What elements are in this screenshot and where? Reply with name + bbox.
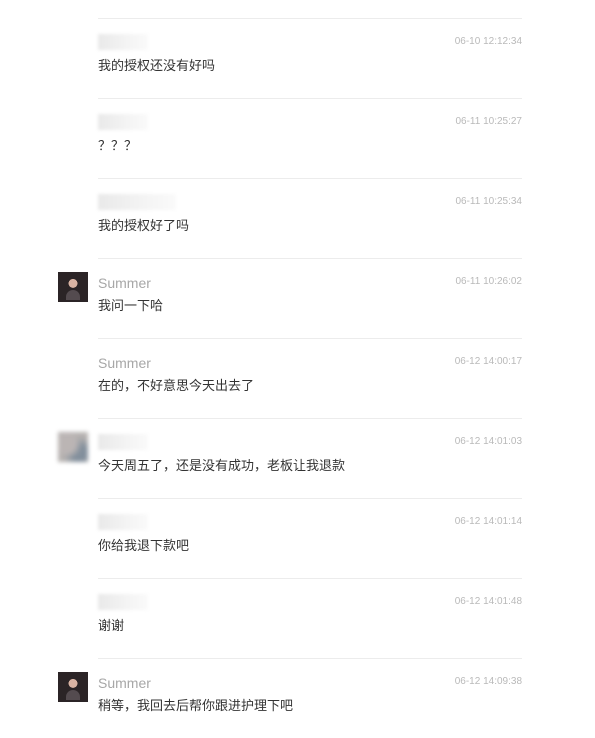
message-text: 谢谢 [98,619,125,634]
message-item: 06-12 14:01:48 谢谢 [0,578,595,658]
message-timestamp: 06-12 14:01:03 [454,436,522,447]
sender-name: Summer [98,675,151,691]
chat-history: 06-10 12:12:34 我的授权还没有好吗 06-11 10:25:27 … [0,0,595,719]
sender-name-redacted [98,594,148,610]
message-item: Summer 06-12 14:09:38 稍等，我回去后帮你跟进护理下吧 [0,658,595,738]
sender-name-redacted [98,514,148,530]
avatar[interactable] [58,272,88,302]
message-timestamp: 06-11 10:26:02 [455,276,522,287]
message-timestamp: 06-12 14:09:38 [454,676,522,687]
sender-name-redacted [98,194,176,210]
message-divider [98,18,522,19]
message-timestamp: 06-12 14:00:17 [454,356,522,367]
message-text: ？？？ [98,139,138,154]
message-timestamp: 06-11 10:25:34 [455,196,522,207]
message-divider [98,258,522,259]
message-item: Summer 06-12 14:00:17 在的，不好意思今天出去了 [0,338,595,418]
message-timestamp: 06-12 14:01:48 [454,596,522,607]
message-divider [98,98,522,99]
message-item: 06-12 14:01:03 今天周五了，还是没有成功，老板让我退款 [0,418,595,498]
message-text: 我的授权还没有好吗 [98,59,216,74]
avatar[interactable] [58,432,88,462]
message-divider [98,418,522,419]
sender-name-redacted [98,34,148,50]
message-item: 06-12 14:01:14 你给我退下款吧 [0,498,595,578]
sender-name-redacted [98,434,148,450]
message-text: 你给我退下款吧 [98,539,190,554]
message-item: Summer 06-11 10:26:02 我问一下哈 [0,258,595,338]
message-timestamp: 06-10 12:12:34 [454,36,522,47]
message-text: 我问一下哈 [98,299,164,314]
message-divider [98,338,522,339]
message-text: 今天周五了，还是没有成功，老板让我退款 [98,459,346,474]
message-item: 06-11 10:25:34 我的授权好了吗 [0,178,595,258]
sender-name: Summer [98,275,151,291]
avatar[interactable] [58,672,88,702]
message-divider [98,498,522,499]
message-item: 06-11 10:25:27 ？？？ [0,98,595,178]
message-divider [98,658,522,659]
message-divider [98,178,522,179]
message-timestamp: 06-12 14:01:14 [454,516,522,527]
message-item: 06-10 12:12:34 我的授权还没有好吗 [0,18,595,98]
message-text: 我的授权好了吗 [98,219,190,234]
sender-name-redacted [98,114,148,130]
message-text: 稍等，我回去后帮你跟进护理下吧 [98,699,294,714]
message-text: 在的，不好意思今天出去了 [98,379,255,394]
sender-name: Summer [98,355,151,371]
message-timestamp: 06-11 10:25:27 [455,116,522,127]
message-divider [98,578,522,579]
